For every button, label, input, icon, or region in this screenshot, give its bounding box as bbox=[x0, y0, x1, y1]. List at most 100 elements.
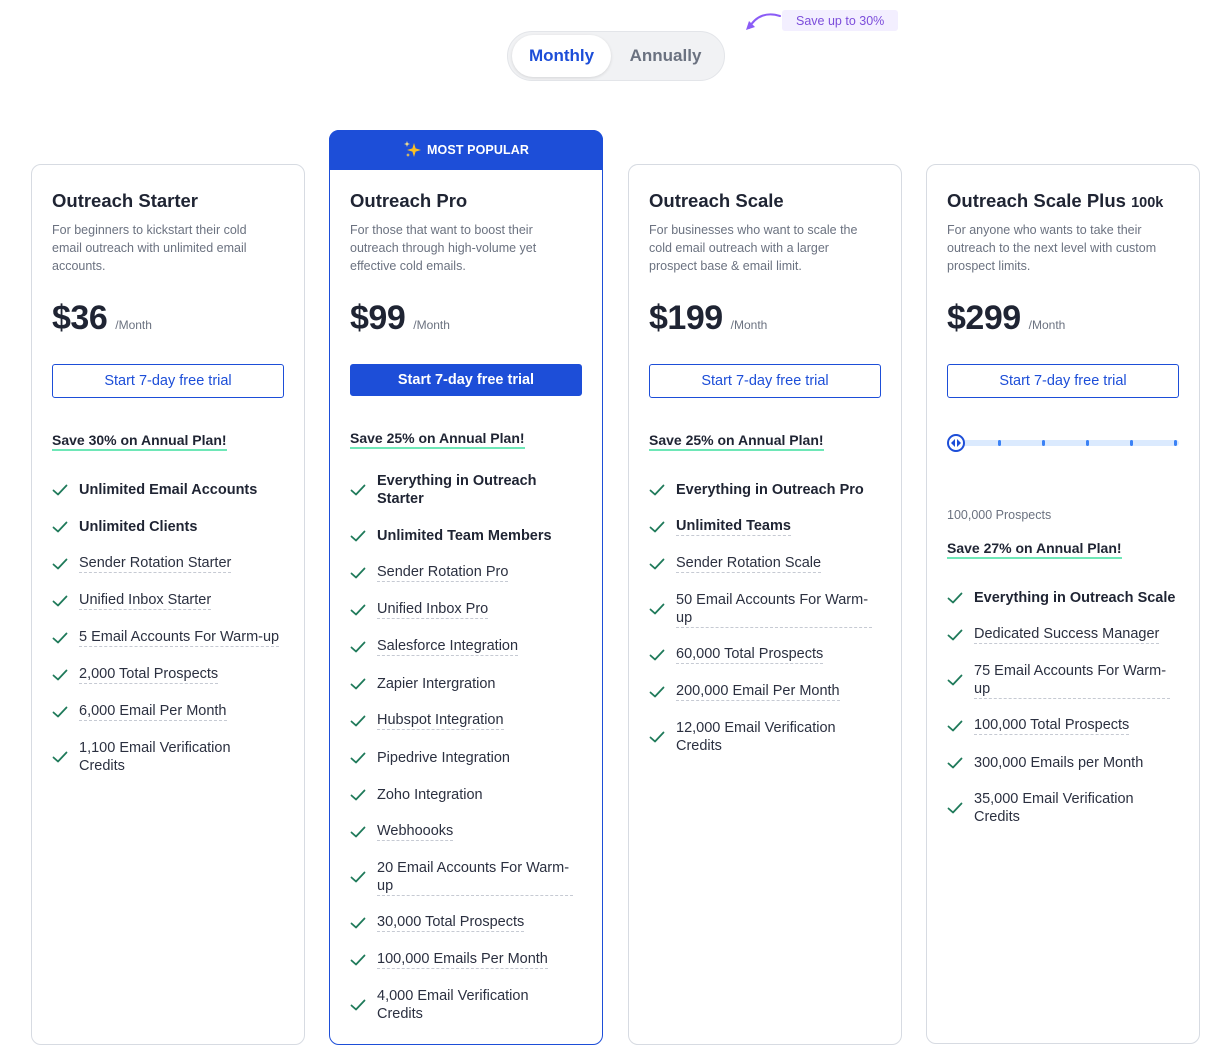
annual-savings-text: Save 27% on Annual Plan! bbox=[947, 540, 1122, 559]
feature-text[interactable]: Sender Rotation Starter bbox=[79, 554, 232, 573]
feature-item: 50 Email Accounts For Warm-up bbox=[649, 582, 881, 636]
feature-text[interactable]: 75 Email Accounts For Warm-up bbox=[974, 662, 1170, 699]
feature-text[interactable]: 2,000 Total Prospects bbox=[79, 665, 219, 684]
plan-card-scale: Outreach Scale For businesses who want t… bbox=[628, 164, 902, 1045]
feature-item: Unlimited Teams bbox=[649, 508, 881, 545]
price-period: /Month bbox=[115, 318, 152, 332]
slider-step-mark bbox=[1174, 440, 1177, 446]
feature-item: Webhoooks bbox=[350, 813, 582, 850]
feature-item: Zapier Intergration bbox=[350, 665, 582, 702]
feature-text[interactable]: 100,000 Total Prospects bbox=[974, 716, 1130, 735]
start-trial-button[interactable]: Start 7-day free trial bbox=[649, 364, 881, 398]
feature-item: 2,000 Total Prospects bbox=[52, 656, 284, 693]
plan-title: Outreach Pro bbox=[350, 190, 468, 211]
prospects-slider[interactable] bbox=[947, 434, 1179, 452]
feature-text[interactable]: 5 Email Accounts For Warm-up bbox=[79, 628, 280, 647]
feature-text[interactable]: 30,000 Total Prospects bbox=[377, 913, 525, 932]
feature-text: Unlimited Team Members bbox=[377, 527, 552, 544]
feature-list: Everything in Outreach Starter Unlimited … bbox=[350, 463, 582, 1032]
toggle-annually[interactable]: Annually bbox=[611, 35, 720, 77]
feature-text[interactable]: Dedicated Success Manager bbox=[974, 625, 1160, 644]
feature-text[interactable]: 200,000 Email Per Month bbox=[676, 682, 840, 701]
feature-item: 5 Email Accounts For Warm-up bbox=[52, 619, 284, 656]
curved-arrow-icon bbox=[746, 13, 781, 30]
feature-text[interactable]: 100,000 Emails Per Month bbox=[377, 950, 548, 969]
check-icon bbox=[52, 751, 68, 763]
slider-handle[interactable] bbox=[947, 434, 965, 452]
slider-track[interactable] bbox=[947, 440, 1179, 446]
feature-text: 12,000 Email Verification Credits bbox=[676, 720, 836, 754]
feature-text[interactable]: 20 Email Accounts For Warm-up bbox=[377, 859, 573, 896]
plan-price: $299 bbox=[947, 299, 1021, 337]
feature-text[interactable]: Salesforce Integration bbox=[377, 637, 519, 656]
start-trial-button[interactable]: Start 7-day free trial bbox=[947, 364, 1179, 398]
check-icon bbox=[52, 706, 68, 717]
feature-text: Zapier Intergration bbox=[377, 675, 496, 692]
feature-text[interactable]: 6,000 Email Per Month bbox=[79, 702, 227, 721]
feature-item: 35,000 Email Verification Credits bbox=[947, 781, 1179, 835]
feature-text[interactable]: Hubspot Integration bbox=[377, 711, 504, 730]
plan-title-suffix: 100k bbox=[1131, 195, 1164, 211]
drag-arrows-icon bbox=[951, 439, 961, 447]
feature-item: Unlimited Clients bbox=[52, 508, 284, 545]
feature-item: Sender Rotation Pro bbox=[350, 554, 582, 591]
check-icon bbox=[52, 595, 68, 606]
check-icon bbox=[350, 826, 366, 837]
feature-text[interactable]: Unified Inbox Starter bbox=[79, 591, 212, 610]
feature-text: Unlimited Clients bbox=[79, 518, 198, 535]
feature-text[interactable]: Unified Inbox Pro bbox=[377, 600, 489, 619]
annual-savings-text: Save 25% on Annual Plan! bbox=[350, 430, 525, 449]
feature-text: 1,100 Email Verification Credits bbox=[79, 740, 231, 774]
feature-item: 1,100 Email Verification Credits bbox=[52, 730, 284, 784]
feature-item: 60,000 Total Prospects bbox=[649, 636, 881, 673]
check-icon bbox=[350, 604, 366, 615]
feature-item: Everything in Outreach Pro bbox=[649, 471, 881, 508]
check-icon bbox=[350, 752, 366, 763]
feature-text[interactable]: 60,000 Total Prospects bbox=[676, 645, 824, 664]
billing-toggle[interactable]: Monthly Annually bbox=[507, 31, 725, 81]
start-trial-button[interactable]: Start 7-day free trial bbox=[350, 364, 582, 396]
feature-item: 30,000 Total Prospects bbox=[350, 904, 582, 941]
check-icon bbox=[350, 871, 366, 883]
feature-list: Everything in Outreach Pro Unlimited Team… bbox=[649, 471, 881, 764]
check-icon bbox=[947, 629, 963, 640]
feature-text: Everything in Outreach Starter bbox=[377, 473, 537, 507]
check-icon bbox=[52, 521, 68, 532]
start-trial-button[interactable]: Start 7-day free trial bbox=[52, 364, 284, 398]
feature-item: 12,000 Email Verification Credits bbox=[649, 710, 881, 764]
slider-step-mark bbox=[998, 440, 1001, 446]
feature-text[interactable]: Unlimited Teams bbox=[676, 517, 791, 536]
feature-item: 75 Email Accounts For Warm-up bbox=[947, 653, 1179, 707]
plan-title: Outreach Scale Plus 100k bbox=[947, 190, 1164, 211]
feature-text[interactable]: Sender Rotation Scale bbox=[676, 554, 822, 573]
feature-item: Dedicated Success Manager bbox=[947, 616, 1179, 653]
feature-item: Hubspot Integration bbox=[350, 702, 582, 739]
price-row: $99 /Month bbox=[350, 299, 582, 338]
feature-text: 300,000 Emails per Month bbox=[974, 754, 1144, 771]
feature-text[interactable]: 50 Email Accounts For Warm-up bbox=[676, 591, 872, 628]
feature-item: Unlimited Email Accounts bbox=[52, 471, 284, 508]
feature-text: 35,000 Email Verification Credits bbox=[974, 791, 1134, 825]
check-icon bbox=[947, 592, 963, 603]
check-icon bbox=[649, 521, 665, 532]
feature-text[interactable]: Sender Rotation Pro bbox=[377, 563, 509, 582]
feature-item: Unified Inbox Pro bbox=[350, 591, 582, 628]
feature-item: 20 Email Accounts For Warm-up bbox=[350, 850, 582, 904]
feature-item: Everything in Outreach Starter bbox=[350, 463, 582, 517]
price-row: $299 /Month bbox=[947, 299, 1179, 338]
check-icon bbox=[52, 632, 68, 643]
check-icon bbox=[52, 558, 68, 569]
price-row: $36 /Month bbox=[52, 299, 284, 338]
check-icon bbox=[649, 558, 665, 569]
feature-text: 4,000 Email Verification Credits bbox=[377, 988, 529, 1022]
check-icon bbox=[947, 757, 963, 768]
feature-item: Sender Rotation Starter bbox=[52, 545, 284, 582]
check-icon bbox=[649, 649, 665, 660]
feature-list: Unlimited Email Accounts Unlimited Client… bbox=[52, 471, 284, 784]
feature-item: Unlimited Team Members bbox=[350, 517, 582, 554]
toggle-monthly[interactable]: Monthly bbox=[512, 35, 612, 77]
plan-title: Outreach Scale bbox=[649, 190, 784, 211]
check-icon bbox=[649, 731, 665, 743]
check-icon bbox=[649, 603, 665, 615]
feature-text[interactable]: Webhoooks bbox=[377, 822, 454, 841]
